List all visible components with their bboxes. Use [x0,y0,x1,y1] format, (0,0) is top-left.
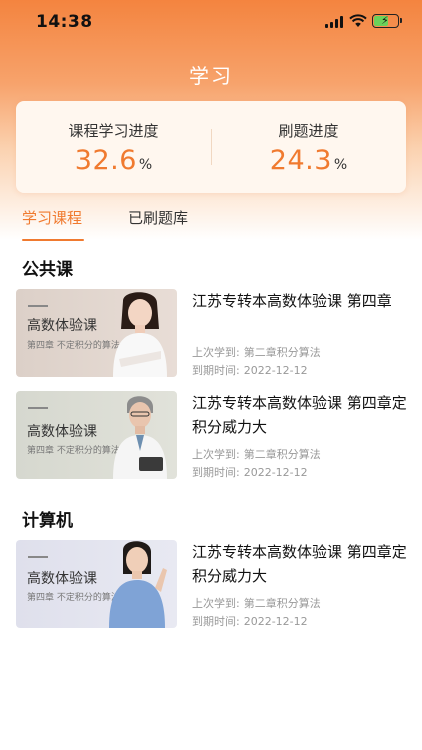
tab-practiced-banks[interactable]: 已刷题库 [128,207,188,228]
section-title-public: 公共课 [22,260,73,280]
course-thumbnail: 高数体验课 第四章 不定积分的算法 [16,391,177,479]
section-title-computer: 计算机 [22,511,73,531]
expiry-value: 2022-12-12 [243,466,308,479]
battery-icon: ⚡ [372,14,399,28]
page-title: 学习 [189,64,233,88]
course-progress-number: 32.6 [74,145,137,176]
course-last-studied: 上次学到: 第二章积分算法 [192,595,321,611]
practice-progress-unit: % [333,157,348,173]
tab-active-indicator [22,239,84,241]
instructor-photo-female [113,292,167,377]
last-studied-value: 第二章积分算法 [243,597,321,610]
tab-bar: 学习课程 已刷题库 [0,200,422,244]
expiry-label: 到期时间: [192,615,240,628]
course-progress-unit: % [138,157,153,173]
last-studied-label: 上次学到: [192,346,240,359]
thumb-dash [28,305,48,307]
instructor-photo-female [109,541,167,628]
course-last-studied: 上次学到: 第二章积分算法 [192,446,321,462]
progress-divider [211,129,212,165]
status-bar: 14:38 ⚡ [0,0,422,44]
last-studied-value: 第二章积分算法 [243,448,321,461]
expiry-value: 2022-12-12 [243,364,308,377]
course-card[interactable]: 高数体验课 第四章 不定积分的算法 江苏专转本高数体验课 第四章 上次学到: 第二… [16,289,408,379]
thumb-title: 高数体验课 [27,571,97,587]
course-progress-value: 32.6% [16,145,211,176]
instructor-photo-male [113,396,167,479]
course-card[interactable]: 高数体验课 第四章 不定积分的算法 江苏专转本高数体验课 第四章定积分威力大 上… [16,391,408,481]
thumb-dash [28,556,48,558]
last-studied-label: 上次学到: [192,597,240,610]
practice-progress: 刷题进度 24.3% [211,101,406,193]
course-title: 江苏专转本高数体验课 第四章 [192,292,392,310]
wifi-icon [349,14,367,27]
thumb-title: 高数体验课 [27,424,97,440]
practice-progress-label: 刷题进度 [278,122,339,140]
practice-progress-value: 24.3% [211,145,406,176]
course-thumbnail: 高数体验课 第四章 不定积分的算法 [16,289,177,377]
thumb-dash [28,407,48,409]
expiry-label: 到期时间: [192,364,240,377]
expiry-label: 到期时间: [192,466,240,479]
course-expiry: 到期时间: 2022-12-12 [192,464,308,480]
signal-icon [325,16,343,28]
last-studied-value: 第二章积分算法 [243,346,321,359]
course-card[interactable]: 高数体验课 第四章 不定积分的算法 江苏专转本高数体验课 第四章定积分威力大 上… [16,540,408,630]
progress-card: 课程学习进度 32.6% 刷题进度 24.3% [16,101,406,193]
course-expiry: 到期时间: 2022-12-12 [192,613,308,629]
thumb-title: 高数体验课 [27,318,97,334]
status-time: 14:38 [36,12,93,32]
course-last-studied: 上次学到: 第二章积分算法 [192,344,321,360]
thumb-subtitle: 第四章 不定积分的算法 [27,341,120,351]
battery-cap [400,18,402,23]
course-title: 江苏专转本高数体验课 第四章定积分威力大 [192,543,407,585]
practice-progress-number: 24.3 [269,145,332,176]
last-studied-label: 上次学到: [192,448,240,461]
expiry-value: 2022-12-12 [243,615,308,628]
course-thumbnail: 高数体验课 第四章 不定积分的算法 [16,540,177,628]
course-expiry: 到期时间: 2022-12-12 [192,362,308,378]
course-progress: 课程学习进度 32.6% [16,101,211,193]
tab-study-courses[interactable]: 学习课程 [22,207,82,228]
thumb-subtitle: 第四章 不定积分的算法 [27,446,120,456]
course-progress-label: 课程学习进度 [68,122,159,140]
course-title: 江苏专转本高数体验课 第四章定积分威力大 [192,394,407,436]
